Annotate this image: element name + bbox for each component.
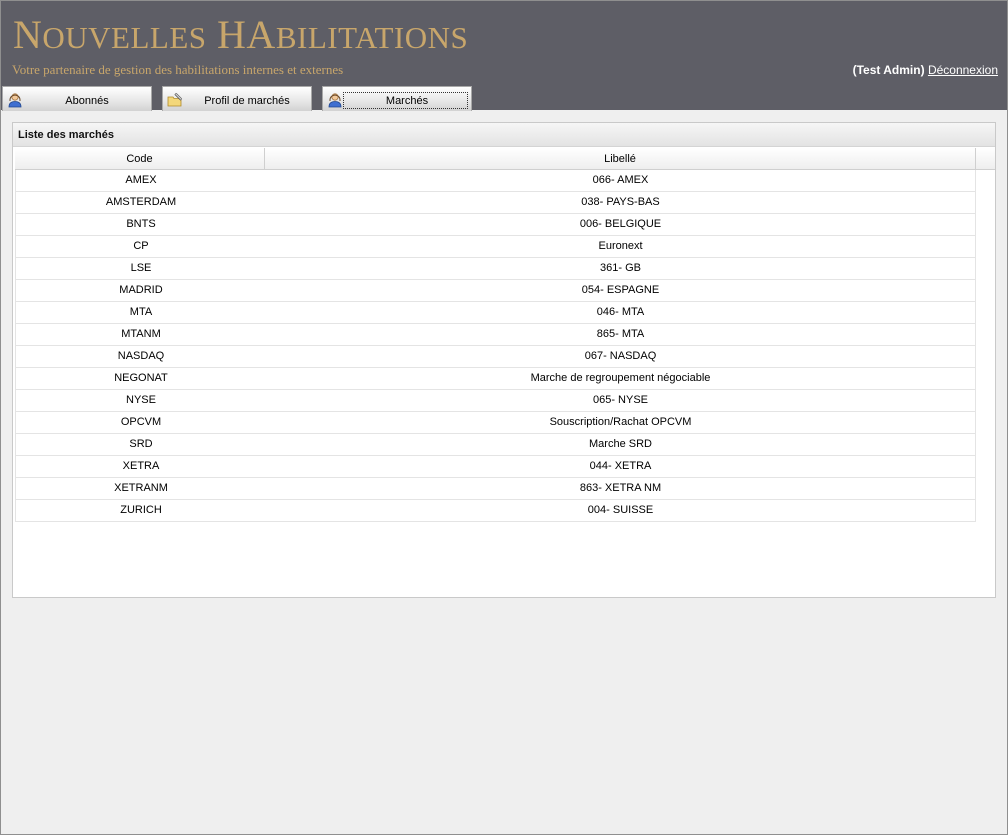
panel-header: Liste des marchés: [13, 123, 995, 147]
cell-code: AMSTERDAM: [105, 196, 177, 208]
table-row[interactable]: XETRA 044- XETRA: [15, 456, 976, 478]
cell-libelle: 038- PAYS-BAS: [581, 196, 660, 208]
table-row[interactable]: NEGONAT Marche de regroupement négociable: [15, 368, 976, 390]
cell-libelle: 006- BELGIQUE: [579, 218, 662, 230]
cell-code: SRD: [129, 438, 153, 450]
column-header-code[interactable]: Code: [15, 148, 265, 170]
cell-libelle: 044- XETRA: [589, 460, 652, 472]
tab-label: Marchés: [385, 95, 429, 107]
cell-libelle: 046- MTA: [596, 306, 645, 318]
cell-libelle: 863- XETRA NM: [579, 482, 662, 494]
cell-libelle: 065- NYSE: [592, 394, 649, 406]
table-row[interactable]: MTA 046- MTA: [15, 302, 976, 324]
table-row[interactable]: AMSTERDAM 038- PAYS-BAS: [15, 192, 976, 214]
table-row[interactable]: MADRID 054- ESPAGNE: [15, 280, 976, 302]
cell-code: ZURICH: [120, 504, 162, 516]
cell-code: AMEX: [125, 174, 157, 186]
cell-code: MTA: [129, 306, 153, 318]
table-row[interactable]: NYSE 065- NYSE: [15, 390, 976, 412]
cell-libelle: Euronext: [598, 240, 643, 252]
cell-libelle: Marche de regroupement négociable: [530, 372, 711, 384]
grid-header: Code Libellé: [15, 148, 995, 170]
cell-libelle: 004- SUISSE: [587, 504, 654, 516]
cell-code: MTANM: [121, 328, 161, 340]
cell-libelle: 361- GB: [600, 262, 641, 274]
cell-libelle: 054- ESPAGNE: [581, 284, 660, 296]
table-row[interactable]: AMEX 066- AMEX: [15, 170, 976, 192]
cell-libelle: 066- AMEX: [592, 174, 649, 186]
tab-label: Profil de marchés: [204, 95, 290, 107]
cell-code: NEGONAT: [114, 372, 168, 384]
table-row[interactable]: BNTS 006- BELGIQUE: [15, 214, 976, 236]
cell-libelle: 067- NASDAQ: [584, 350, 657, 362]
table-row[interactable]: LSE 361- GB: [15, 258, 976, 280]
cell-code: XETRANM: [114, 482, 168, 494]
table-row[interactable]: SRD Marche SRD: [15, 434, 976, 456]
table-row[interactable]: XETRANM 863- XETRA NM: [15, 478, 976, 500]
cell-code: NYSE: [126, 394, 156, 406]
logout-link[interactable]: Déconnexion: [928, 63, 998, 77]
column-header-libelle[interactable]: Libellé: [265, 148, 976, 170]
table-row[interactable]: OPCVM Souscription/Rachat OPCVM: [15, 412, 976, 434]
table-row[interactable]: ZURICH 004- SUISSE: [15, 500, 976, 522]
table-row[interactable]: CP Euronext: [15, 236, 976, 258]
cell-code: NASDAQ: [117, 350, 165, 362]
app-subtitle: Votre partenaire de gestion des habilita…: [12, 62, 344, 77]
user-icon: [7, 92, 23, 108]
cell-code: MADRID: [119, 284, 163, 296]
folder-edit-icon: [167, 92, 183, 108]
table-row[interactable]: NASDAQ 067- NASDAQ: [15, 346, 976, 368]
tab-label: Abonnés: [65, 95, 109, 107]
cell-code: XETRA: [122, 460, 160, 472]
cell-code: BNTS: [126, 218, 156, 230]
cell-code: CP: [133, 240, 149, 252]
current-user: (Test Admin): [852, 63, 925, 77]
cell-code: LSE: [130, 262, 152, 274]
cell-libelle: Souscription/Rachat OPCVM: [549, 416, 692, 428]
tab-abonnes[interactable]: Abonnés: [2, 86, 152, 111]
panel-title: Liste des marchés: [18, 129, 114, 141]
cell-code: OPCVM: [120, 416, 162, 428]
cell-libelle: Marche SRD: [589, 438, 652, 450]
tab-marches[interactable]: Marchés: [322, 86, 472, 111]
app-title: NOUVELLES HABILITATIONS: [13, 12, 469, 57]
markets-panel: Liste des marchés Code Libellé AMEX 066- …: [12, 122, 996, 598]
cell-libelle: 865- MTA: [596, 328, 645, 340]
tab-profil-de-marches[interactable]: Profil de marchés: [162, 86, 312, 111]
table-row[interactable]: MTANM 865- MTA: [15, 324, 976, 346]
user-icon: [327, 92, 343, 108]
user-box: (Test Admin) Déconnexion: [853, 63, 998, 77]
grid-body: AMEX 066- AMEX AMSTERDAM 038- PAYS-BAS BNTS 0…: [15, 170, 976, 522]
markets-grid: Code Libellé AMEX 066- AMEX AMSTERDAM 038- …: [15, 148, 995, 522]
